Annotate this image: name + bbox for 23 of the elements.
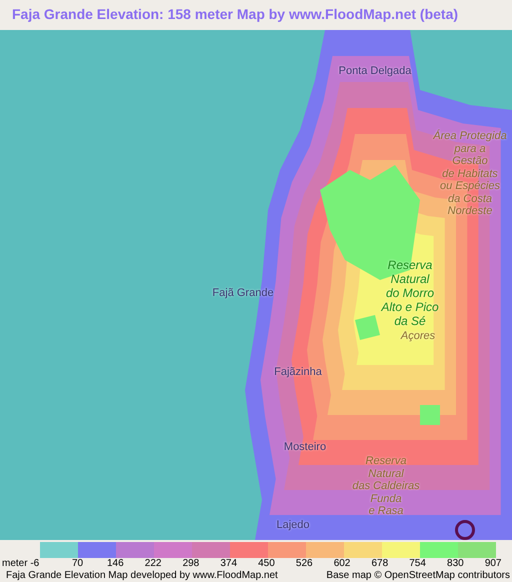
legend-tick-label: 374 <box>219 558 238 570</box>
place-label: Fajãzinha <box>274 366 322 378</box>
legend-tick-label: 298 <box>182 558 200 570</box>
legend-tick-label: 830 <box>446 558 465 570</box>
place-label: Mosteiro <box>284 441 326 454</box>
legend-tick-label: 222 <box>144 558 162 570</box>
legend-tick-label: 754 <box>408 558 427 570</box>
credit-text: Faja Grande Elevation Map developed by www.FloodMap.net <box>6 570 278 582</box>
legend-tick-label: 450 <box>257 558 276 570</box>
attribution-text: Base map © OpenStreetMap contributors <box>326 570 510 582</box>
area-label: Açores <box>400 330 436 342</box>
map-title: Faja Grande Elevation: 158 meter Map by www.FloodMap.net (beta) <box>11 5 460 24</box>
legend-tick-label: 602 <box>332 558 352 570</box>
legend-tick-label: 146 <box>106 558 125 570</box>
place-label: Fajã Grande <box>212 287 274 300</box>
legend-tick-label: 907 <box>484 558 502 570</box>
legend-tick-label: 70 <box>71 558 84 570</box>
place-label: Lajedo <box>276 519 310 532</box>
legend-tick-label: 526 <box>294 558 314 570</box>
place-label: Ponta Delgada <box>338 65 412 78</box>
area-label: Reserva Natural das Caldeiras Funda e Rasa <box>352 455 420 518</box>
legend-tick-label: 678 <box>370 558 390 570</box>
legend-tick-label: meter -6 <box>2 558 40 570</box>
